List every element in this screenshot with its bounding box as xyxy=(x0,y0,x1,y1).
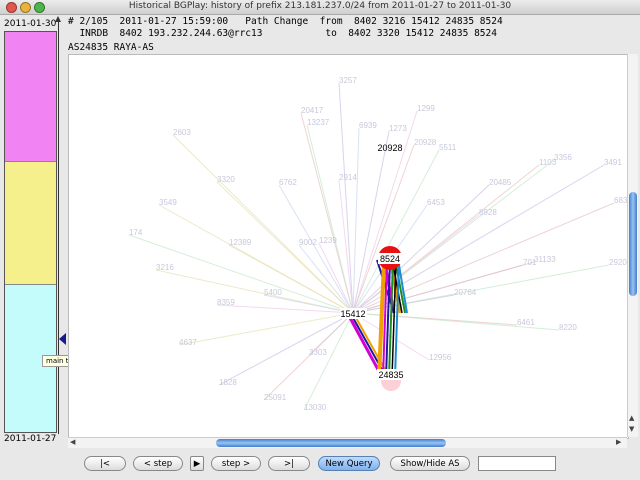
play-button[interactable]: ▶ xyxy=(190,456,204,471)
faded-as-node[interactable]: 31133 xyxy=(534,255,556,264)
vertical-scroll-thumb[interactable] xyxy=(629,192,637,296)
scroll-up-icon[interactable]: ▲ xyxy=(629,414,634,422)
first-event-button[interactable]: |< xyxy=(84,456,126,471)
faded-as-link xyxy=(303,312,354,411)
faded-as-node[interactable]: 6461 xyxy=(517,318,535,327)
scroll-left-icon[interactable]: ◀ xyxy=(70,438,75,446)
faded-as-node[interactable]: 2603 xyxy=(173,128,191,137)
bgp-graph[interactable]: 3257204171323726036939129912732092855113… xyxy=(69,55,628,438)
faded-as-node[interactable]: 13030 xyxy=(304,403,327,412)
faded-as-node[interactable]: 20764 xyxy=(454,288,477,297)
faded-as-node[interactable]: 6830 xyxy=(614,196,628,205)
node-20928-label[interactable]: 20928 xyxy=(377,143,402,153)
scroll-right-icon[interactable]: ▶ xyxy=(616,438,621,446)
node-24835-label[interactable]: 24835 xyxy=(378,370,403,380)
faded-as-node[interactable]: 29208 xyxy=(609,258,628,267)
selected-as-label: AS24835 RAYA-AS xyxy=(68,42,154,53)
faded-as-node[interactable]: 1273 xyxy=(389,124,407,133)
window-titlebar: Historical BGPlay: history of prefix 213… xyxy=(0,0,640,15)
faded-as-node[interactable]: 3303 xyxy=(309,348,327,357)
timeline-start-date: 2011-01-27 xyxy=(4,434,57,444)
faded-as-link xyxy=(352,214,480,314)
faded-as-node[interactable]: 20485 xyxy=(489,178,512,187)
faded-as-node[interactable]: 8359 xyxy=(217,298,235,307)
faded-as-node[interactable]: 3549 xyxy=(159,198,177,207)
faded-as-node[interactable]: 5400 xyxy=(264,288,282,297)
node-15412-label[interactable]: 15412 xyxy=(340,309,365,319)
faded-as-node[interactable]: 12389 xyxy=(229,238,252,247)
faded-as-node[interactable]: 8928 xyxy=(479,208,497,217)
timeline-segment-2[interactable] xyxy=(5,162,56,285)
faded-as-node[interactable]: 20417 xyxy=(301,106,324,115)
last-event-button[interactable]: >| xyxy=(268,456,310,471)
timeline-panel[interactable] xyxy=(4,31,57,433)
faded-as-link xyxy=(218,312,354,386)
faded-as-node[interactable]: 2914 xyxy=(339,173,357,182)
faded-as-node[interactable]: 3356 xyxy=(554,153,572,162)
faded-as-node[interactable]: 3216 xyxy=(156,263,174,272)
event-line-1: # 2/105 2011-01-27 15:59:00 Path Change … xyxy=(68,16,503,27)
faded-as-node[interactable]: 12956 xyxy=(429,353,452,362)
faded-as-node[interactable]: 25091 xyxy=(264,393,287,402)
faded-as-node[interactable]: 8220 xyxy=(559,323,577,332)
show-hide-as-button[interactable]: Show/Hide AS xyxy=(390,456,470,471)
faded-as-node[interactable]: 9002 xyxy=(299,238,317,247)
faded-as-node[interactable]: 20928 xyxy=(414,138,437,147)
previous-step-button[interactable]: < step xyxy=(133,456,183,471)
event-line-2: INRDB 8402 193.232.244.63@rrc13 to 8402 … xyxy=(68,28,497,39)
faded-as-node[interactable]: 13237 xyxy=(307,118,330,127)
horizontal-scroll-thumb[interactable] xyxy=(216,439,446,447)
faded-as-node[interactable]: 4637 xyxy=(179,338,197,347)
faded-as-node[interactable]: 5511 xyxy=(439,143,457,152)
faded-as-node[interactable]: 1828 xyxy=(219,378,237,387)
timeline-end-date: 2011-01-30 xyxy=(4,19,57,29)
faded-as-node[interactable]: 3257 xyxy=(339,76,357,85)
time-axis xyxy=(58,20,59,434)
next-step-button[interactable]: step > xyxy=(211,456,261,471)
timeline-segment-1[interactable] xyxy=(5,32,56,162)
faded-as-node[interactable]: 1299 xyxy=(417,104,435,113)
new-query-button[interactable]: New Query xyxy=(318,456,380,471)
faded-as-node[interactable]: 6762 xyxy=(279,178,297,187)
as-search-input[interactable] xyxy=(478,456,556,471)
bgp-graph-canvas[interactable]: 3257 20417 13237 2603 6939 1299 1273 20928 5511 3… xyxy=(68,54,629,439)
timeline-cursor-icon[interactable] xyxy=(59,333,66,345)
vertical-scrollbar[interactable]: ▲ ▼ xyxy=(627,54,638,437)
faded-as-link xyxy=(228,244,354,314)
scroll-down-icon[interactable]: ▼ xyxy=(629,425,634,433)
faded-as-node[interactable]: 6939 xyxy=(359,121,377,130)
faded-as-node[interactable]: 6453 xyxy=(427,198,445,207)
faded-as-node[interactable]: 3320 xyxy=(217,175,235,184)
origin-node-8524-label[interactable]: 8524 xyxy=(380,254,400,264)
faded-as-node[interactable]: 1239 xyxy=(319,236,337,245)
faded-as-link xyxy=(216,181,354,314)
window-title: Historical BGPlay: history of prefix 213… xyxy=(128,1,512,11)
horizontal-scrollbar[interactable]: ◀ ▶ xyxy=(68,437,627,448)
faded-as-node[interactable]: 3491 xyxy=(604,158,622,167)
faded-as-link xyxy=(178,312,354,346)
faded-as-node[interactable]: 174 xyxy=(129,228,143,237)
